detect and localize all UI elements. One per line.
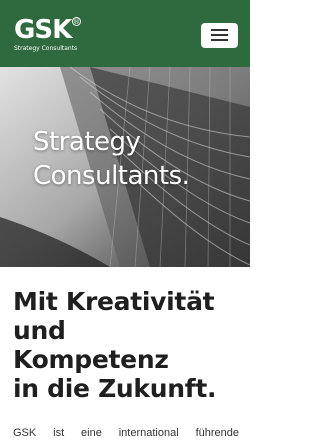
hamburger-bar [211, 39, 228, 41]
headline-line: Kompetenz [13, 345, 169, 374]
logo-text: GSK [14, 15, 72, 45]
logo-subtitle: Strategy Consultants [14, 45, 78, 52]
registered-mark: ® [72, 17, 81, 26]
gsk-logo[interactable]: GSK ® Strategy Consultants [14, 17, 84, 55]
intro-paragraph: GSK ist eine international führende [13, 427, 239, 439]
site-header: GSK ® Strategy Consultants [0, 0, 250, 67]
hero-title-line: Consultants. [33, 161, 190, 191]
page-headline: Mit Kreativität und Kompetenz in die Zuk… [13, 287, 243, 403]
hero-banner: Strategy Consultants. [0, 67, 250, 267]
headline-line: und [13, 316, 66, 345]
headline-line: in die Zukunft. [13, 374, 217, 403]
menu-toggle-button[interactable] [201, 23, 238, 48]
hamburger-menu-icon [211, 29, 228, 31]
hero-title-line: Strategy [33, 127, 141, 157]
hero-title: Strategy Consultants. [33, 125, 190, 193]
hamburger-bar [211, 34, 228, 36]
headline-line: Mit Kreativität [13, 287, 215, 316]
